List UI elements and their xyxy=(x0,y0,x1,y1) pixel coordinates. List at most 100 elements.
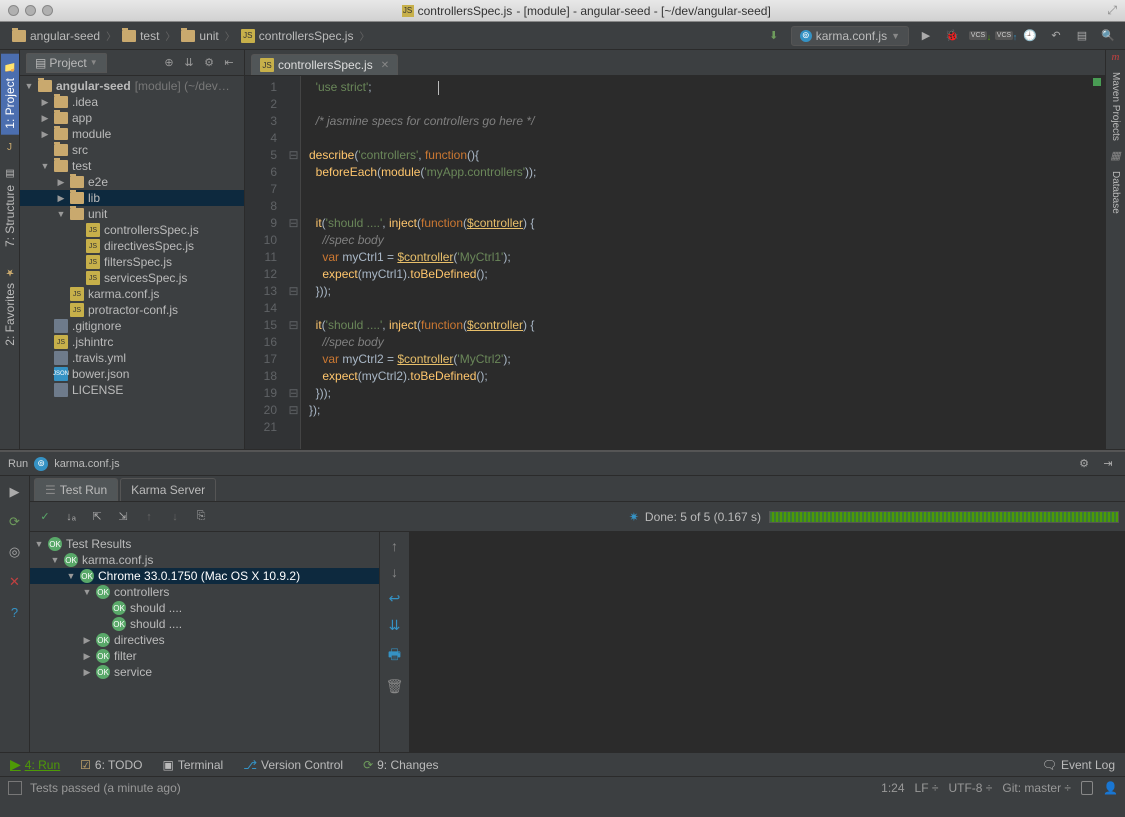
tree-arrow-icon[interactable] xyxy=(56,193,66,204)
trash-icon[interactable]: 🗑 xyxy=(386,678,404,695)
tree-arrow-icon[interactable] xyxy=(66,571,76,581)
rail-extra-icon[interactable]: J xyxy=(3,141,17,155)
fold-gutter[interactable]: ⊟⊟⊟⊟⊟⊟ xyxy=(287,76,301,449)
rail-item[interactable]: 7: Structure▤ xyxy=(1,161,19,253)
tree-arrow-icon[interactable] xyxy=(40,97,50,108)
maven-icon[interactable]: m xyxy=(1109,50,1123,64)
tree-item[interactable]: e2e xyxy=(20,174,244,190)
down-icon[interactable]: ↓ xyxy=(391,564,398,580)
line-number-gutter[interactable]: 123456789101112131415161718192021 xyxy=(245,76,287,449)
debug-button[interactable]: 🐞 xyxy=(943,27,961,45)
rail-item[interactable]: Database xyxy=(1108,163,1123,222)
tree-arrow-icon[interactable] xyxy=(56,209,66,219)
minimize-window-button[interactable] xyxy=(25,5,36,16)
scroll-to-source-icon[interactable]: ⊕ xyxy=(160,54,178,72)
vcs-history-icon[interactable]: 🕘 xyxy=(1021,27,1039,45)
structure-icon[interactable]: ▤ xyxy=(1073,27,1091,45)
tree-item[interactable]: angular-seed [module] (~/dev… xyxy=(20,78,244,94)
tree-arrow-icon[interactable] xyxy=(40,129,50,140)
tree-item[interactable]: JSservicesSpec.js xyxy=(20,270,244,286)
rail-item[interactable]: 2: Favorites★ xyxy=(1,259,19,352)
database-icon[interactable]: ▦ xyxy=(1109,149,1123,163)
breadcrumb-item[interactable]: test xyxy=(118,27,163,45)
git-branch[interactable]: Git: master ÷ xyxy=(1002,781,1071,795)
tab-test-run[interactable]: ☰ Test Run xyxy=(34,478,118,501)
tree-item[interactable]: .gitignore xyxy=(20,318,244,334)
tree-item[interactable]: JSkarma.conf.js xyxy=(20,286,244,302)
make-icon[interactable]: ⬇ xyxy=(765,27,783,45)
test-result-item[interactable]: OK directives xyxy=(30,632,379,648)
settings-icon[interactable]: ⚙ xyxy=(1075,455,1093,473)
tree-item[interactable]: module xyxy=(20,126,244,142)
close-tab-icon[interactable]: ✕ xyxy=(381,60,389,71)
breadcrumb-item[interactable]: angular-seed xyxy=(8,27,104,45)
vcs-update-icon[interactable]: VCS xyxy=(969,27,987,45)
toolwin-vcs[interactable]: ⎇ Version Control xyxy=(243,758,343,772)
prev-icon[interactable]: ↑ xyxy=(140,508,158,526)
toolwin-toggle-icon[interactable] xyxy=(8,781,22,795)
toolwin-run[interactable]: ▶ 4: Run xyxy=(10,756,60,773)
toggle-auto-test-icon[interactable]: ⟳ xyxy=(5,512,25,532)
tree-arrow-icon[interactable] xyxy=(82,667,92,678)
tree-item[interactable]: app xyxy=(20,110,244,126)
help-icon[interactable]: ? xyxy=(5,602,25,622)
test-output[interactable] xyxy=(410,532,1125,752)
rerun-button[interactable]: ▶ xyxy=(5,482,25,502)
sort-icon[interactable]: ↓ₐ xyxy=(62,508,80,526)
tree-arrow-icon[interactable] xyxy=(56,177,66,188)
tree-item[interactable]: lib xyxy=(20,190,244,206)
line-separator[interactable]: LF ÷ xyxy=(915,781,939,795)
editor-tab[interactable]: JS controllersSpec.js ✕ xyxy=(251,54,398,75)
export-icon[interactable]: ⎘ xyxy=(192,508,210,526)
test-result-item[interactable]: OK service xyxy=(30,664,379,680)
test-result-item[interactable]: OK should .... xyxy=(30,600,379,616)
settings-icon[interactable]: ⚙ xyxy=(200,54,218,72)
rail-item[interactable]: 1: Project📁 xyxy=(1,54,19,135)
close-icon[interactable]: ✕ xyxy=(5,572,25,592)
tree-item[interactable]: JSONbower.json xyxy=(20,366,244,382)
tree-item[interactable]: .travis.yml xyxy=(20,350,244,366)
next-icon[interactable]: ↓ xyxy=(166,508,184,526)
tree-item[interactable]: JSfiltersSpec.js xyxy=(20,254,244,270)
run-config-selector[interactable]: ⊚ karma.conf.js ▼ xyxy=(791,26,909,46)
test-results-tree[interactable]: OK Test ResultsOK karma.conf.jsOK Chrome… xyxy=(30,532,380,752)
breadcrumb-item[interactable]: unit xyxy=(177,27,222,45)
breadcrumb-item[interactable]: JScontrollersSpec.js xyxy=(237,27,358,45)
tree-arrow-icon[interactable] xyxy=(50,555,60,565)
project-tree[interactable]: angular-seed [module] (~/dev….ideaappmod… xyxy=(20,76,244,449)
vcs-commit-icon[interactable]: VCS xyxy=(995,27,1013,45)
maximize-window-button[interactable] xyxy=(42,5,53,16)
test-result-item[interactable]: OK karma.conf.js xyxy=(30,552,379,568)
expand-all-icon[interactable]: ⇱ xyxy=(88,508,106,526)
test-result-item[interactable]: OK Chrome 33.0.1750 (Mac OS X 10.9.2) xyxy=(30,568,379,584)
tree-item[interactable]: test xyxy=(20,158,244,174)
show-passed-icon[interactable]: ✓ xyxy=(36,508,54,526)
tab-karma-server[interactable]: Karma Server xyxy=(120,478,216,501)
hide-panel-icon[interactable]: ⇤ xyxy=(220,54,238,72)
tree-item[interactable]: JSprotractor-conf.js xyxy=(20,302,244,318)
scroll-icon[interactable]: ⇊ xyxy=(389,617,401,634)
rail-item[interactable]: Maven Projects xyxy=(1108,64,1123,149)
print-icon[interactable]: 🖶 xyxy=(388,644,401,668)
undo-icon[interactable]: ↶ xyxy=(1047,27,1065,45)
tree-item[interactable]: JS.jshintrc xyxy=(20,334,244,350)
tree-arrow-icon[interactable] xyxy=(82,587,92,597)
tree-item[interactable]: JScontrollersSpec.js xyxy=(20,222,244,238)
tree-item[interactable]: src xyxy=(20,142,244,158)
tree-arrow-icon[interactable] xyxy=(82,635,92,646)
tree-item[interactable]: .idea xyxy=(20,94,244,110)
toolwin-todo[interactable]: ☑ 6: TODO xyxy=(80,758,142,772)
file-encoding[interactable]: UTF-8 ÷ xyxy=(948,781,992,795)
test-result-item[interactable]: OK Test Results xyxy=(30,536,379,552)
toolwin-terminal[interactable]: ▣ Terminal xyxy=(162,758,223,772)
code-area[interactable]: 123456789101112131415161718192021 ⊟⊟⊟⊟⊟⊟… xyxy=(245,76,1105,449)
tree-arrow-icon[interactable] xyxy=(40,113,50,124)
hide-panel-icon[interactable]: ⇥ xyxy=(1099,455,1117,473)
fullscreen-icon[interactable]: ⤢ xyxy=(1107,3,1117,18)
caret-position[interactable]: 1:24 xyxy=(881,781,904,795)
run-button[interactable]: ▶ xyxy=(917,27,935,45)
test-result-item[interactable]: OK controllers xyxy=(30,584,379,600)
tree-arrow-icon[interactable] xyxy=(40,161,50,171)
close-window-button[interactable] xyxy=(8,5,19,16)
tree-item[interactable]: JSdirectivesSpec.js xyxy=(20,238,244,254)
